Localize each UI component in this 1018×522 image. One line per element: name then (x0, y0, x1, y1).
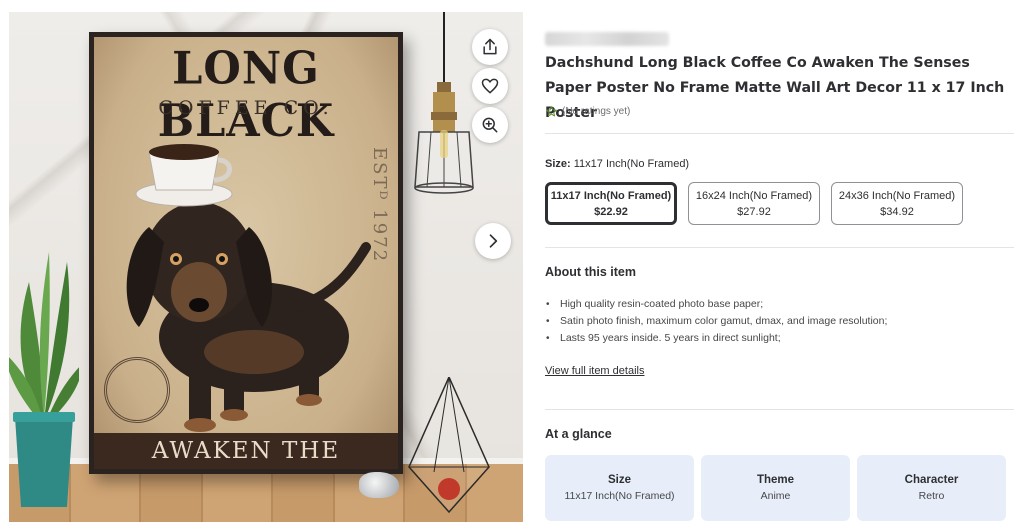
glance-card-theme[interactable]: Theme Anime (701, 455, 850, 521)
potted-plant-image (9, 252, 79, 507)
brand-name-blurred[interactable] (545, 32, 669, 46)
divider (545, 409, 1014, 410)
size-option-price: $22.92 (594, 205, 628, 218)
poster-tagline: AWAKEN THE SENSES (94, 433, 398, 469)
glance-card-key: Size (607, 474, 631, 486)
zoom-in-icon (482, 117, 498, 133)
poster-frame: LONG BLACK COFFEE CO. ESTᴰ 1972 AWAKEN T… (89, 32, 403, 474)
rating-text: (No ratings yet) (562, 106, 631, 117)
heart-icon (481, 78, 499, 94)
glance-card-key: Theme (756, 474, 795, 486)
next-image-button[interactable] (475, 223, 511, 259)
chevron-right-icon (489, 234, 498, 248)
glance-card-size[interactable]: Size 11x17 Inch(No Framed) (545, 455, 694, 521)
glance-card-value: Anime (760, 490, 791, 502)
coffee-cup-illustration (135, 144, 233, 207)
poster-subtitle: COFFEE CO. (158, 97, 334, 119)
divider (545, 133, 1014, 134)
about-heading: About this item (545, 265, 636, 279)
hanging-lamp-image (414, 12, 474, 194)
at-a-glance-cards: Size 11x17 Inch(No Framed) Theme Anime C… (545, 455, 1006, 521)
share-button[interactable] (472, 29, 508, 65)
glance-card-key: Character (904, 474, 959, 486)
view-full-details-link[interactable]: View full item details (545, 365, 644, 377)
about-bullet-list: High quality resin-coated photo base pap… (545, 296, 887, 347)
size-option-16x24[interactable]: 16x24 Inch(No Framed) $27.92 (688, 182, 820, 225)
seashell-image (359, 472, 399, 498)
about-bullet: Lasts 95 years inside. 5 years in direct… (545, 330, 887, 347)
glance-card-value: Retro (918, 490, 945, 502)
glance-card-value: 11x17 Inch(No Framed) (564, 490, 675, 502)
product-image-gallery[interactable]: LONG BLACK COFFEE CO. ESTᴰ 1972 AWAKEN T… (9, 12, 523, 522)
about-bullet: High quality resin-coated photo base pap… (545, 296, 887, 313)
at-a-glance-heading: At a glance (545, 427, 612, 441)
size-option-name: 11x17 Inch(No Framed) (550, 189, 672, 202)
size-option-11x17[interactable]: 11x17 Inch(No Framed) $22.92 (545, 182, 677, 225)
favorite-button[interactable] (472, 68, 508, 104)
size-selected-value: 11x17 Inch(No Framed) (573, 158, 690, 170)
divider (545, 247, 1014, 248)
size-label-key: Size: (545, 158, 571, 170)
size-options: 11x17 Inch(No Framed) $22.92 16x24 Inch(… (545, 182, 963, 225)
size-option-24x36[interactable]: 24x36 Inch(No Framed) $34.92 (831, 182, 963, 225)
geometric-terrarium-image (408, 377, 490, 514)
zoom-button[interactable] (472, 107, 508, 143)
about-bullet: Satin photo finish, maximum color gamut,… (545, 313, 887, 330)
size-option-price: $27.92 (737, 205, 771, 218)
share-icon (483, 38, 497, 55)
size-option-name: 24x36 Inch(No Framed) (838, 189, 956, 202)
size-option-price: $34.92 (880, 205, 914, 218)
poster-stamp-seal (104, 357, 170, 423)
size-label: Size: 11x17 Inch(No Framed) (545, 158, 689, 170)
glance-card-character[interactable]: Character Retro (857, 455, 1006, 521)
poster-artwork: LONG BLACK COFFEE CO. ESTᴰ 1972 AWAKEN T… (94, 37, 398, 469)
size-option-name: 16x24 Inch(No Framed) (695, 189, 813, 202)
star-outline-icon (546, 106, 557, 117)
product-rating[interactable]: (No ratings yet) (545, 105, 630, 118)
